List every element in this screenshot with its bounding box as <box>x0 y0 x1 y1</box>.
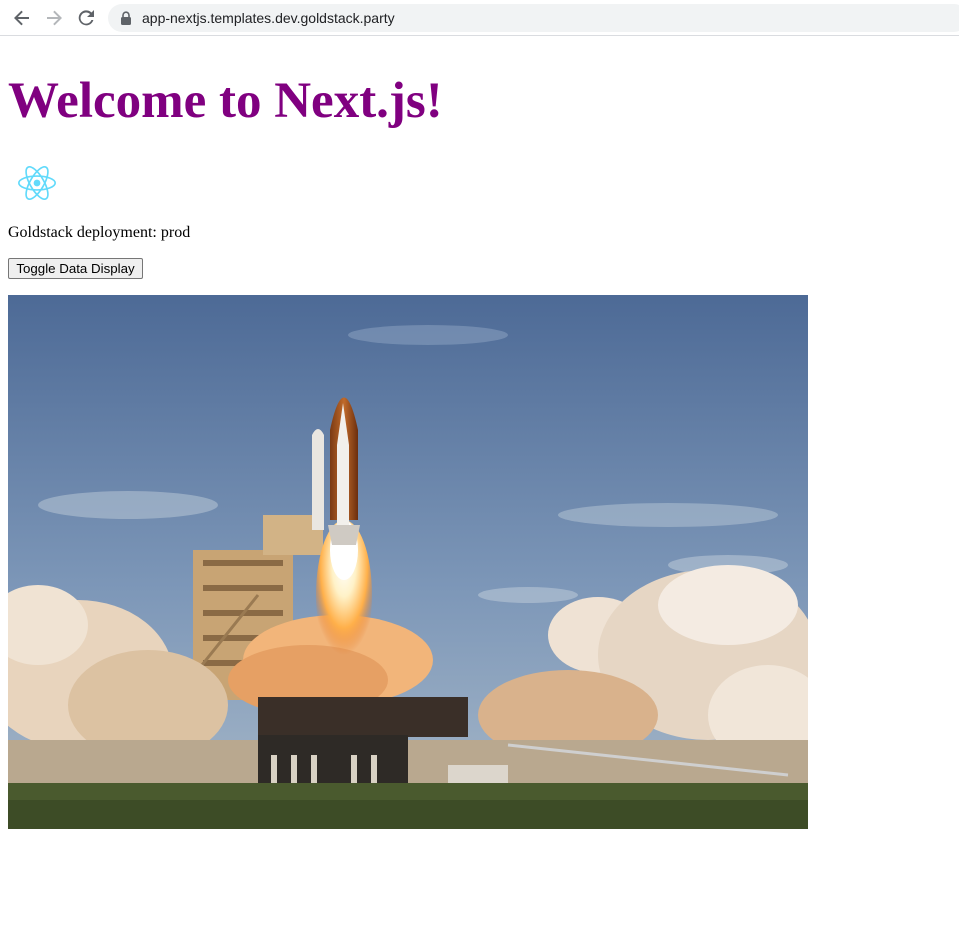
page-title: Welcome to Next.js! <box>8 73 443 129</box>
address-bar-url: app-nextjs.templates.dev.goldstack.party <box>142 10 395 26</box>
forward-button[interactable] <box>42 6 66 30</box>
page-content: Welcome to Next.js! Goldstack deployment… <box>0 37 959 938</box>
back-button[interactable] <box>10 6 34 30</box>
reload-icon <box>78 10 94 26</box>
forward-arrow-icon <box>47 10 62 26</box>
browser-toolbar: app-nextjs.templates.dev.goldstack.party <box>0 0 959 36</box>
reload-button[interactable] <box>74 6 98 30</box>
toggle-data-display-button[interactable]: Toggle Data Display <box>8 258 143 279</box>
deployment-status: Goldstack deployment: prod <box>8 224 191 241</box>
lock-icon <box>121 11 131 25</box>
address-bar[interactable]: app-nextjs.templates.dev.goldstack.party <box>108 4 959 32</box>
back-arrow-icon <box>14 10 29 26</box>
react-atom-icon <box>18 166 56 200</box>
shuttle-launch-image <box>8 295 808 829</box>
